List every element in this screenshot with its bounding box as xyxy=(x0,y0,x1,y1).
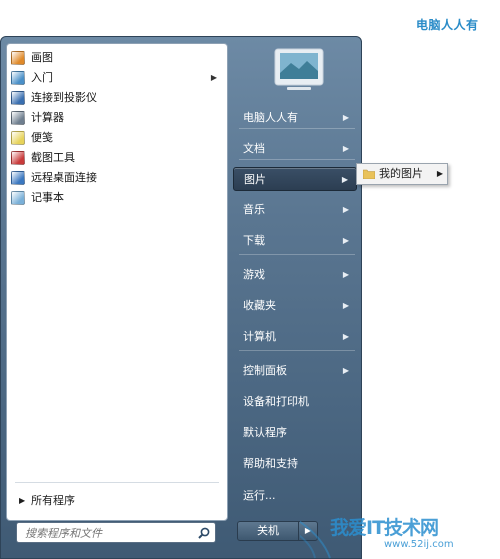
places-item[interactable]: 电脑人人有 ▶ xyxy=(233,106,357,130)
places-item[interactable]: 帮助和支持 xyxy=(233,452,357,476)
places-item[interactable]: 图片 ▶ xyxy=(233,167,357,191)
places-item-label: 运行... xyxy=(243,489,276,502)
places-item[interactable]: 默认程序 xyxy=(233,421,357,445)
chevron-right-icon: ▶ xyxy=(436,169,443,178)
chevron-right-icon: ▶ xyxy=(342,270,349,279)
programs-pane: 画图入门 ▶ 连接到投影仪 计算器便笺截图工具远程桌面连接 记事本 ▶ 所有程序 xyxy=(6,43,228,521)
program-item[interactable]: 计算器 xyxy=(7,108,227,128)
places-item[interactable]: 游戏 ▶ xyxy=(233,263,357,287)
places-item-label: 帮助和支持 xyxy=(243,457,298,470)
snipping-tool-icon xyxy=(11,151,25,165)
places-item-label: 音乐 xyxy=(243,203,265,216)
program-item[interactable]: 记事本 xyxy=(7,188,227,208)
pictures-submenu: 我的图片 ▶ xyxy=(356,163,448,185)
getting-started-icon xyxy=(11,71,25,85)
places-item[interactable]: 收藏夹 ▶ xyxy=(233,294,357,318)
watermark-text: 我爱IT技术网 xyxy=(330,517,439,539)
calculator-icon xyxy=(11,111,25,125)
sticky-notes-icon xyxy=(11,131,25,145)
chevron-right-icon: ▶ xyxy=(342,366,349,375)
program-item-label: 截图工具 xyxy=(31,151,75,164)
program-item-label: 画图 xyxy=(31,51,53,64)
program-item[interactable]: 画图 xyxy=(7,48,227,68)
places-item-label: 电脑人人有 xyxy=(243,111,298,124)
user-picture-icon[interactable] xyxy=(273,47,325,93)
chevron-right-icon: ▶ xyxy=(342,332,349,341)
places-item-label: 控制面板 xyxy=(243,364,287,377)
program-list: 画图入门 ▶ 连接到投影仪 计算器便笺截图工具远程桌面连接 记事本 xyxy=(7,48,227,208)
places-item-label: 文档 xyxy=(243,142,265,155)
shutdown-button[interactable]: 关机 xyxy=(237,521,299,541)
start-menu: 画图入门 ▶ 连接到投影仪计算器便笺截图工具远程桌面连接记事本 ▶ 所有程序 电脑人… xyxy=(0,36,362,559)
projector-icon xyxy=(11,91,25,105)
search-input[interactable] xyxy=(23,524,195,543)
places-separator xyxy=(239,350,355,351)
program-item-label: 入门 xyxy=(31,71,53,84)
chevron-right-icon: ▶ xyxy=(341,175,348,184)
places-item[interactable]: 控制面板 ▶ xyxy=(233,359,357,383)
chevron-right-icon: ▶ xyxy=(210,73,217,82)
chevron-right-icon: ▶ xyxy=(19,496,26,505)
places-separator xyxy=(239,159,355,160)
program-item[interactable]: 便笺 xyxy=(7,128,227,148)
places-item-label: 计算机 xyxy=(243,330,276,343)
places-item-label: 收藏夹 xyxy=(243,299,276,312)
places-item[interactable]: 文档 ▶ xyxy=(233,137,357,161)
program-item-label: 便笺 xyxy=(31,131,53,144)
paint-icon xyxy=(11,51,25,65)
all-programs-button[interactable]: ▶ 所有程序 xyxy=(13,490,231,512)
places-item[interactable]: 计算机 ▶ xyxy=(233,325,357,349)
program-item[interactable]: 连接到投影仪 xyxy=(7,88,227,108)
program-item[interactable]: 截图工具 xyxy=(7,148,227,168)
places-item[interactable]: 运行... xyxy=(233,484,357,508)
places-item[interactable]: 音乐 ▶ xyxy=(233,198,357,222)
submenu-item-my-pictures[interactable]: 我的图片 ▶ xyxy=(359,165,445,183)
all-programs-label: 所有程序 xyxy=(31,494,75,507)
all-programs-separator xyxy=(15,482,219,483)
program-item-label: 远程桌面连接 xyxy=(31,171,97,184)
program-item-label: 计算器 xyxy=(31,111,64,124)
watermark-url: www.52ij.com xyxy=(384,539,454,550)
shutdown-options-button[interactable]: ▶ xyxy=(298,521,318,541)
program-item-label: 记事本 xyxy=(31,191,64,204)
chevron-right-icon: ▶ xyxy=(342,301,349,310)
remote-desktop-icon xyxy=(11,171,25,185)
program-item[interactable]: 入门 ▶ xyxy=(7,68,227,88)
places-item[interactable]: 设备和打印机 xyxy=(233,390,357,414)
notepad-icon xyxy=(11,191,25,205)
chevron-right-icon: ▶ xyxy=(342,236,349,245)
places-item-label: 设备和打印机 xyxy=(243,395,309,408)
places-item-label: 默认程序 xyxy=(243,426,287,439)
program-item-label: 连接到投影仪 xyxy=(31,91,97,104)
places-separator xyxy=(239,254,355,255)
chevron-right-icon: ▶ xyxy=(342,113,349,122)
search-icon[interactable] xyxy=(197,526,211,540)
chevron-right-icon: ▶ xyxy=(304,526,312,535)
program-item[interactable]: 远程桌面连接 xyxy=(7,168,227,188)
places-separator xyxy=(239,128,355,129)
chevron-right-icon: ▶ xyxy=(342,205,349,214)
places-item[interactable]: 下载 ▶ xyxy=(233,229,357,253)
chevron-right-icon: ▶ xyxy=(342,144,349,153)
corner-caption: 电脑人人有 xyxy=(416,18,479,32)
places-item-label: 下载 xyxy=(243,234,265,247)
places-item-label: 游戏 xyxy=(243,268,265,281)
places-item-label: 图片 xyxy=(244,173,266,186)
search-box[interactable] xyxy=(16,522,216,543)
submenu-item-label: 我的图片 xyxy=(379,167,423,180)
folder-icon xyxy=(363,169,375,179)
